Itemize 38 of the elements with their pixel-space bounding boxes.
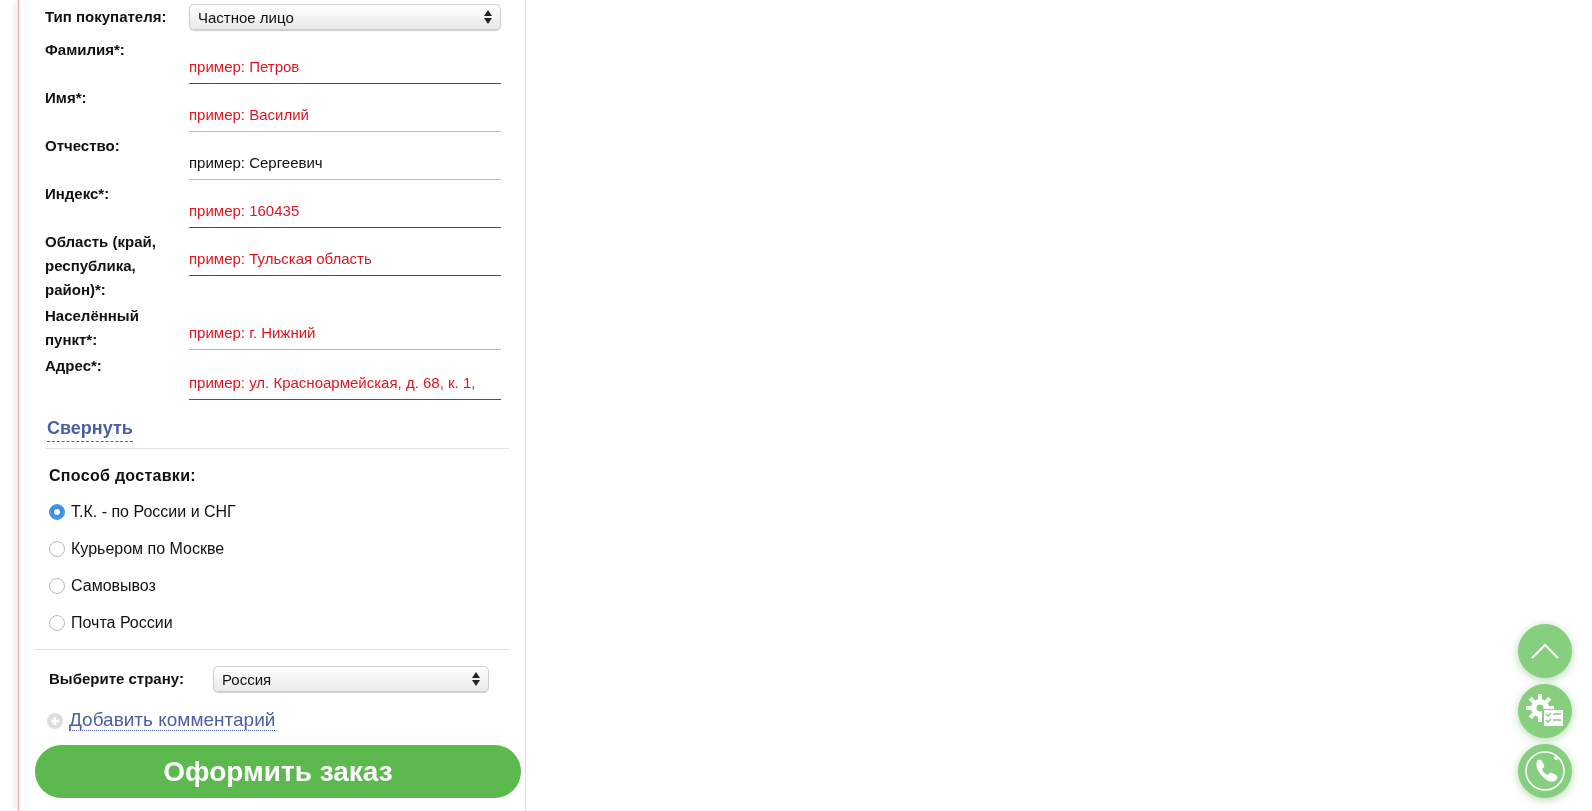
input-field[interactable]: пример: Василий [189,90,501,132]
radio-button[interactable] [49,504,65,520]
add-comment-link[interactable]: Добавить комментарий [69,710,276,731]
section-title: Способ доставки: [49,467,197,485]
input-field[interactable]: пример: Петров [189,42,501,84]
chevron-up-icon [1531,643,1559,659]
updown-arrows-icon [472,672,480,686]
gear-checklist-icon [1526,694,1564,728]
phone-button[interactable] [1518,744,1572,798]
phone-icon [1523,749,1567,793]
collapse-link[interactable]: Свернуть [47,418,133,442]
radio-label[interactable]: Самовывоз [71,577,156,595]
input-field[interactable]: пример: Сергеевич [189,138,501,180]
settings-list-button[interactable] [1518,684,1572,738]
field-label: Отчество: [45,136,121,156]
radio-button[interactable] [49,615,65,631]
input-field[interactable]: пример: г. Нижний [189,308,501,350]
radio-button[interactable] [49,541,65,557]
field-label: Тип покупателя: [45,7,168,27]
plus-icon[interactable] [47,712,63,729]
field-label: Адрес*: [45,356,103,376]
input-field[interactable]: пример: Тульская область [189,234,501,276]
radio-label[interactable]: Курьером по Москве [71,540,225,558]
radio-button[interactable] [49,578,65,594]
field-label: Населённый пункт*: [45,306,140,350]
field-label: Фамилия*: [45,40,126,60]
country-select[interactable]: Россия [213,666,489,692]
updown-arrows-icon [484,10,492,24]
buyer-type-select[interactable]: Частное лицо [189,4,501,30]
scroll-up-button[interactable] [1518,624,1572,678]
radio-label[interactable]: Почта России [71,614,173,632]
field-label: Выберите страну: [49,669,185,689]
input-field[interactable]: пример: ул. Красноармейская, д. 68, к. 1, [189,358,501,400]
radio-label[interactable]: Т.К. - по России и СНГ [71,503,236,521]
field-label: Область (край, республика, район)*: [45,232,157,300]
field-label: Индекс*: [45,184,111,204]
field-label: Имя*: [45,88,88,108]
input-field[interactable]: пример: 160435 [189,186,501,228]
